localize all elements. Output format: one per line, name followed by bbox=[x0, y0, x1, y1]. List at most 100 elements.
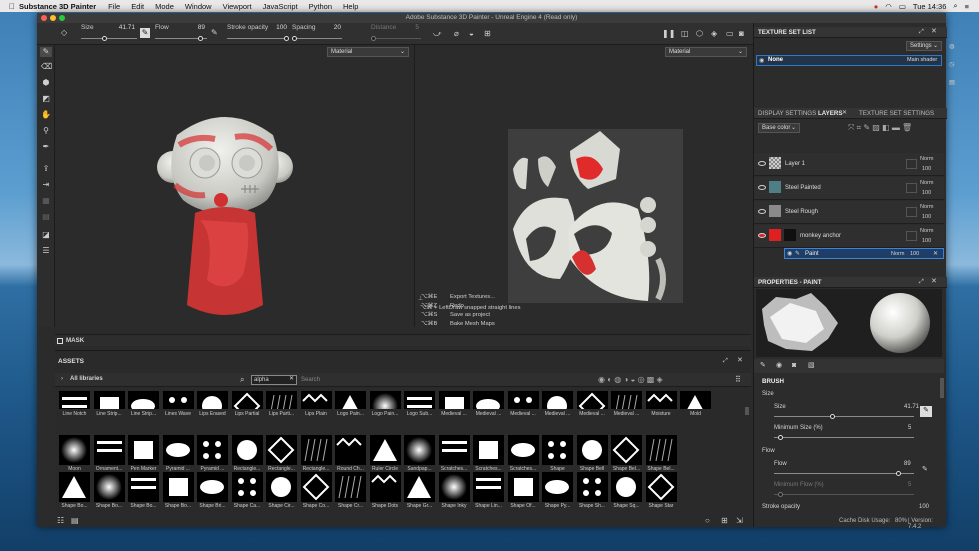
asset-tile[interactable] bbox=[369, 391, 401, 409]
tab-texture-set-settings[interactable]: TEXTURE SET SETTINGS bbox=[859, 110, 934, 117]
float-panel-icon[interactable]: ⤢ bbox=[723, 356, 728, 366]
viewport-3d[interactable]: Material⌄ ⊥ bbox=[55, 45, 420, 327]
menu-javascript[interactable]: JavaScript bbox=[263, 2, 298, 11]
asset-tile[interactable] bbox=[576, 435, 608, 465]
asset-tile[interactable] bbox=[576, 472, 608, 502]
bake-icon[interactable]: ⇪ bbox=[41, 164, 51, 174]
brush-tab-icon[interactable]: ✎ bbox=[760, 361, 766, 371]
asset-tile[interactable] bbox=[300, 435, 332, 465]
stencil-tab-icon[interactable]: ▧ bbox=[808, 361, 815, 371]
symmetry-icon[interactable]: ⌀ bbox=[454, 29, 459, 39]
menu-python[interactable]: Python bbox=[309, 2, 332, 11]
prop-min-size-slider[interactable] bbox=[774, 435, 914, 440]
asset-tile[interactable] bbox=[231, 391, 263, 409]
distance-value[interactable]: 5 bbox=[407, 24, 419, 31]
spacing-slider[interactable] bbox=[292, 36, 342, 41]
layer-row[interactable]: Steel Rough Norm 100 bbox=[754, 201, 944, 224]
layer-mask-slot[interactable] bbox=[906, 207, 917, 217]
material-dropdown-2d[interactable]: Material ⌄ bbox=[665, 47, 747, 57]
asset-tile[interactable] bbox=[645, 435, 677, 465]
close-window-icon[interactable] bbox=[41, 15, 47, 21]
shelf-icon[interactable]: ☰ bbox=[41, 246, 51, 256]
asset-tile[interactable] bbox=[611, 472, 642, 502]
layer-opacity[interactable]: 100 bbox=[922, 190, 931, 196]
asset-tile[interactable] bbox=[162, 391, 194, 409]
sublayer-paint[interactable]: ◉ ✎ Paint Norm 100 ✕ bbox=[784, 248, 944, 259]
layer-mask-slot[interactable] bbox=[906, 183, 917, 193]
asset-tile[interactable] bbox=[542, 435, 573, 465]
layer-mask-slot[interactable] bbox=[906, 231, 917, 241]
close-panel-icon[interactable]: ✕ bbox=[931, 277, 937, 287]
flow-slider[interactable] bbox=[155, 36, 207, 41]
polygon-fill-icon[interactable]: ◩ bbox=[41, 94, 51, 104]
layer-row[interactable]: Layer 1 Norm 100 bbox=[754, 153, 944, 176]
battery-icon[interactable]: ▭ bbox=[899, 2, 906, 11]
layer-blend-mode[interactable]: Norm bbox=[920, 180, 933, 186]
zoom-window-icon[interactable] bbox=[59, 15, 65, 21]
pen-pressure-icon[interactable]: ✎ bbox=[140, 28, 150, 38]
layer-opacity[interactable]: 100 bbox=[922, 238, 931, 244]
size-slider[interactable] bbox=[81, 36, 137, 41]
asset-tile[interactable] bbox=[59, 391, 90, 409]
clock[interactable]: Tue 14:36 bbox=[913, 2, 947, 11]
asset-tile[interactable] bbox=[300, 472, 332, 502]
layer-blend-mode[interactable]: Norm bbox=[920, 228, 933, 234]
asset-tile[interactable] bbox=[542, 391, 573, 409]
layer-row[interactable]: monkey anchor Norm 100 bbox=[754, 225, 944, 248]
asset-tile[interactable] bbox=[335, 391, 366, 409]
asset-tile[interactable] bbox=[128, 435, 159, 465]
mask-checkbox[interactable] bbox=[57, 338, 63, 344]
filter-icons[interactable]: ◉ ◐ ◍ ◑ ◒ ◎ ▩ ◈ bbox=[598, 375, 663, 384]
lazy-mouse-icon[interactable]: ⤻ bbox=[433, 29, 442, 39]
asset-tile[interactable] bbox=[93, 391, 125, 409]
paint-brush-icon[interactable]: ✎ bbox=[40, 47, 52, 57]
prop-size-slider[interactable] bbox=[774, 414, 914, 419]
stroke-opacity-slider[interactable] bbox=[227, 36, 289, 41]
flow-pressure-icon[interactable]: ✎ bbox=[211, 28, 218, 38]
assets-open-icon[interactable]: ⇲ bbox=[736, 516, 743, 526]
channel-icon[interactable]: ◒ bbox=[469, 29, 474, 39]
close-panel-icon[interactable]: ✕ bbox=[737, 356, 743, 366]
menu-window[interactable]: Window bbox=[185, 2, 212, 11]
asset-tile[interactable] bbox=[369, 435, 401, 465]
sublayer-opacity[interactable]: 100 bbox=[910, 251, 919, 257]
asset-tile[interactable] bbox=[473, 391, 504, 409]
view-mode-icon[interactable]: ◫ bbox=[681, 29, 689, 39]
screenshot-icon[interactable]: ◙ bbox=[739, 29, 744, 39]
close-panel-icon[interactable]: ✕ bbox=[931, 27, 937, 37]
transform-icon[interactable]: ▦ bbox=[41, 196, 51, 206]
asset-tile[interactable] bbox=[542, 472, 573, 502]
history-dock-icon[interactable]: ◷ bbox=[949, 61, 954, 68]
asset-tile[interactable] bbox=[507, 472, 539, 502]
color-picker-icon[interactable]: ✒ bbox=[41, 142, 51, 152]
asset-tile[interactable] bbox=[300, 391, 332, 409]
menu-file[interactable]: File bbox=[108, 2, 120, 11]
flow-pressure-icon[interactable]: ✎ bbox=[922, 465, 928, 473]
asset-tile[interactable] bbox=[576, 391, 608, 409]
camera-icon[interactable]: ⬡ bbox=[696, 29, 703, 39]
layer-blend-mode[interactable]: Norm bbox=[920, 156, 933, 162]
clone-icon[interactable]: ⚲ bbox=[41, 126, 51, 136]
control-center-icon[interactable]: ≡ bbox=[965, 2, 969, 11]
prop-size-value[interactable]: 41.71 bbox=[904, 404, 919, 410]
asset-tile[interactable] bbox=[128, 391, 159, 409]
display-icon[interactable]: ▭ bbox=[726, 29, 734, 39]
eye-icon[interactable] bbox=[758, 185, 766, 190]
asset-tile[interactable] bbox=[404, 472, 435, 502]
menu-help[interactable]: Help bbox=[343, 2, 358, 11]
menu-mode[interactable]: Mode bbox=[155, 2, 174, 11]
asset-tile[interactable] bbox=[231, 472, 263, 502]
stroke-opacity-value[interactable]: 100 bbox=[269, 24, 287, 31]
asset-tile[interactable] bbox=[438, 391, 470, 409]
tab-display-settings[interactable]: DISPLAY SETTINGS bbox=[758, 110, 816, 117]
settings-dropdown[interactable]: Settings ⌄ bbox=[906, 41, 942, 51]
mask-toggle-icon[interactable]: ⊞ bbox=[484, 29, 491, 39]
prop-min-flow-value[interactable]: 5 bbox=[908, 482, 911, 488]
prop-flow-slider[interactable] bbox=[774, 471, 914, 476]
eye-icon[interactable]: ◉ bbox=[787, 250, 792, 257]
prop-flow-value[interactable]: 89 bbox=[904, 461, 911, 467]
search-icon[interactable]: ⌕ bbox=[953, 1, 957, 11]
material-tab-icon[interactable]: ◉ bbox=[776, 361, 782, 371]
flow-value[interactable]: 89 bbox=[187, 24, 205, 31]
layer-tools-icons[interactable]: ⤧ ⌗ ✎ ▨ ◧ ▬ 🗑 bbox=[848, 123, 912, 133]
